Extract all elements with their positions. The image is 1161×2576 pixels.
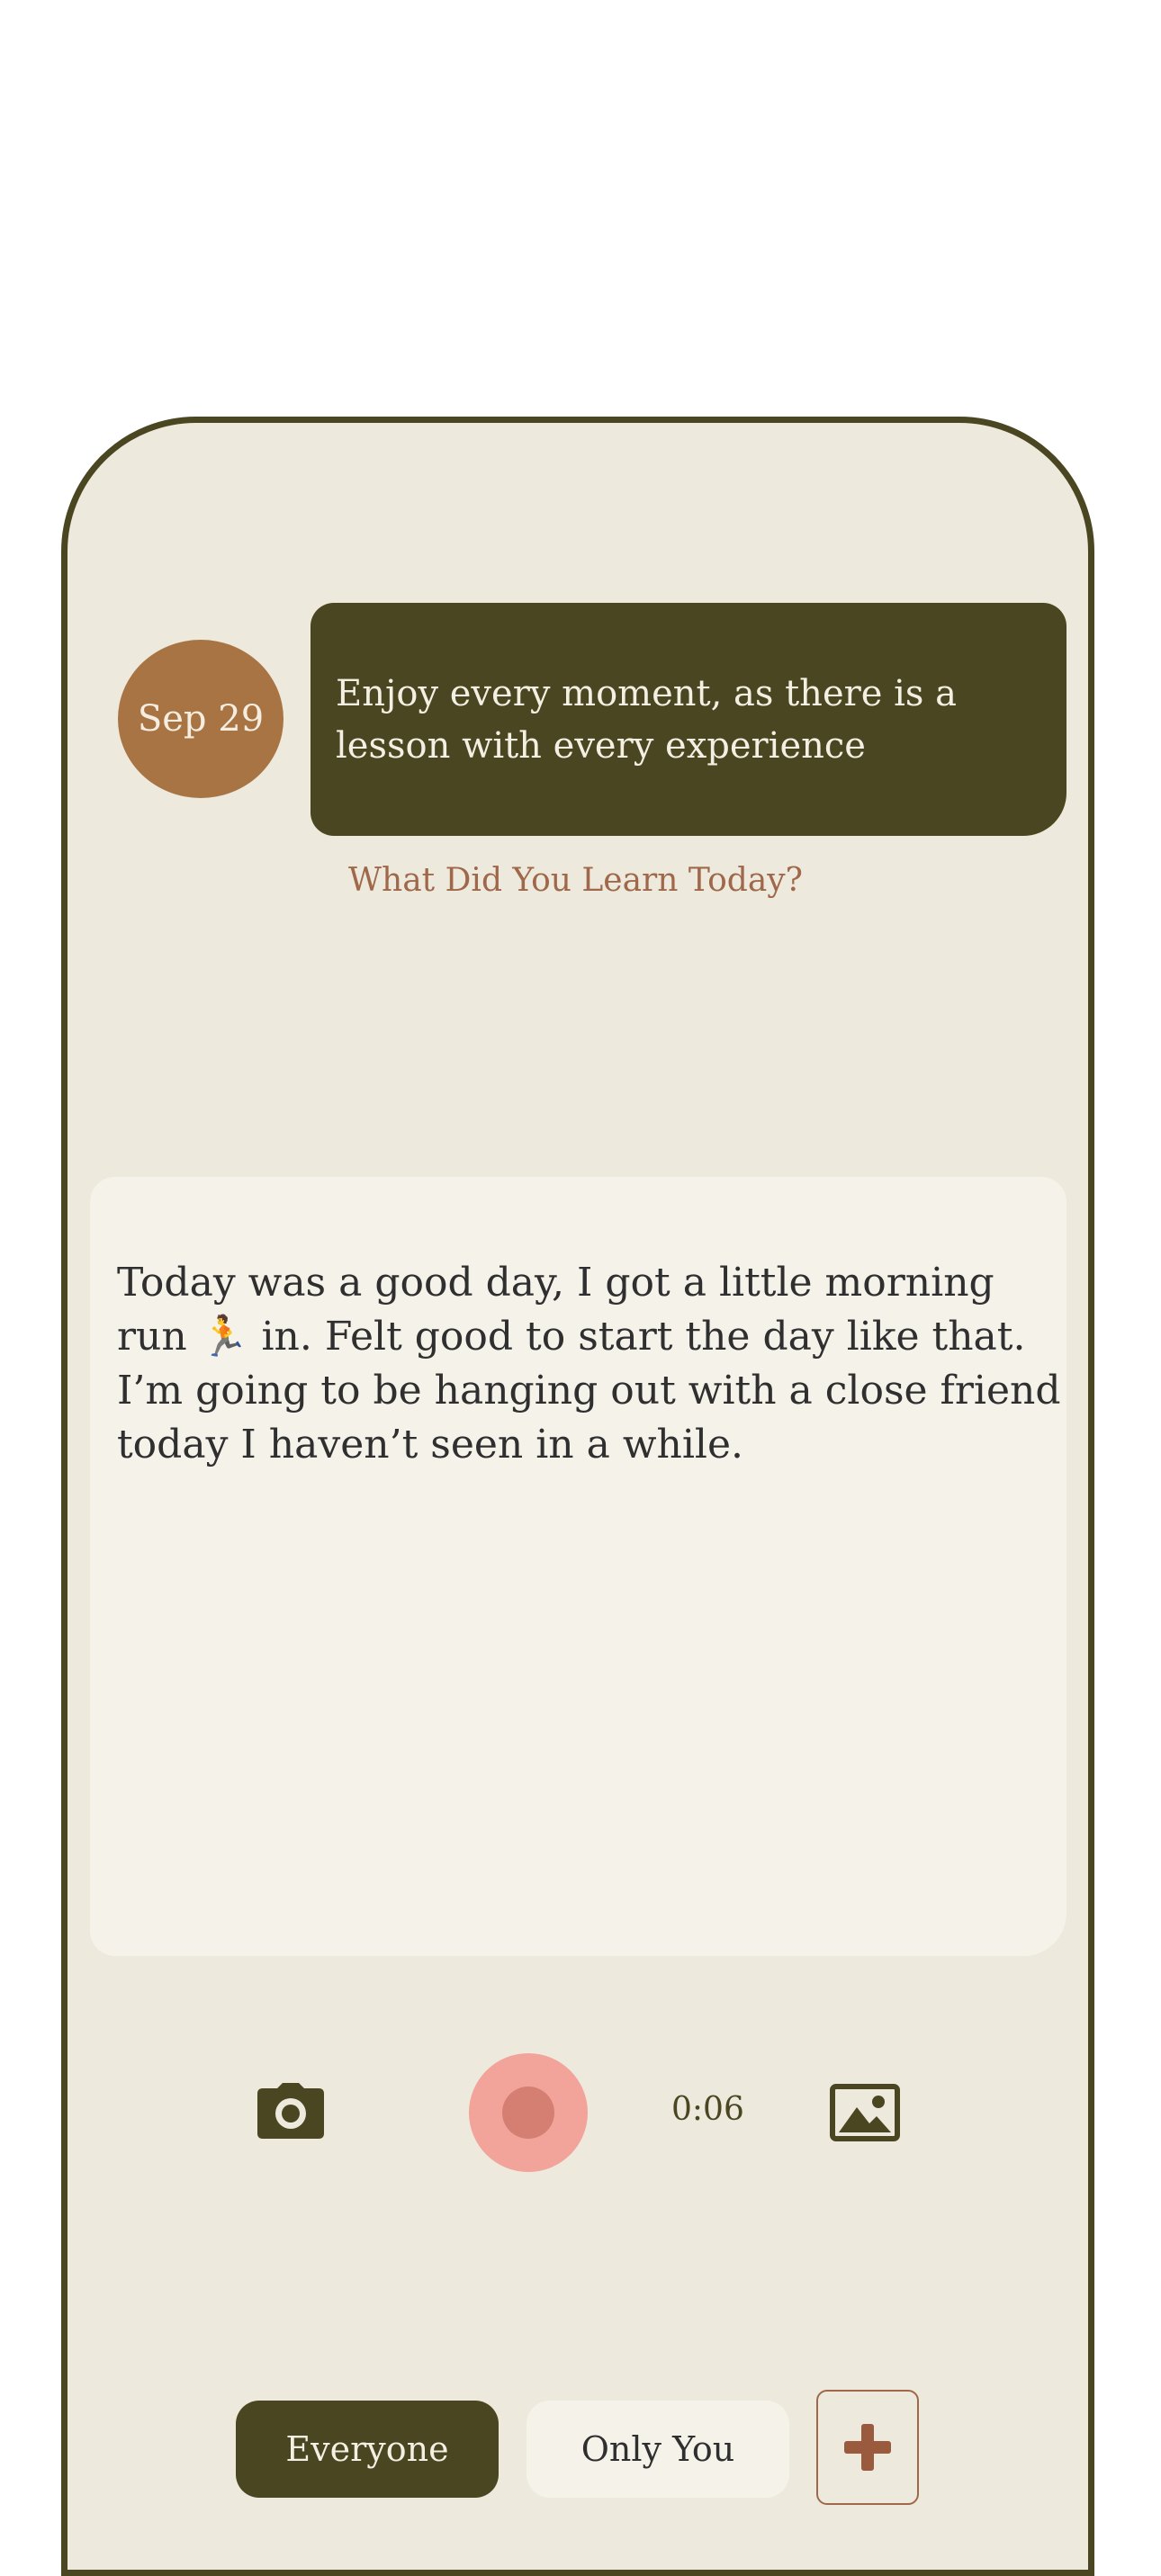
plus-icon: [844, 2424, 891, 2471]
camera-icon[interactable]: [256, 2081, 326, 2141]
journal-entry-input[interactable]: Today was a good day, I got a little mor…: [90, 1177, 1066, 1956]
prompt-quote: Enjoy every moment, as there is a lesson…: [336, 673, 957, 767]
journal-entry-text: Today was a good day, I got a little mor…: [117, 1260, 1061, 1468]
visibility-only-you-label: Only You: [580, 2429, 735, 2469]
prompt-card: Enjoy every moment, as there is a lesson…: [310, 603, 1066, 836]
visibility-everyone-button[interactable]: Everyone: [236, 2401, 499, 2498]
add-button[interactable]: [816, 2390, 919, 2505]
image-icon[interactable]: [830, 2084, 900, 2141]
record-button[interactable]: [469, 2053, 588, 2172]
visibility-only-you-button[interactable]: Only You: [526, 2401, 789, 2498]
prompt-question: What Did You Learn Today?: [348, 862, 803, 899]
visibility-everyone-label: Everyone: [285, 2429, 449, 2469]
recording-timer: 0:06: [671, 2091, 744, 2128]
date-badge: Sep 29: [118, 640, 284, 798]
record-icon: [502, 2087, 554, 2139]
date-label: Sep 29: [137, 698, 265, 740]
